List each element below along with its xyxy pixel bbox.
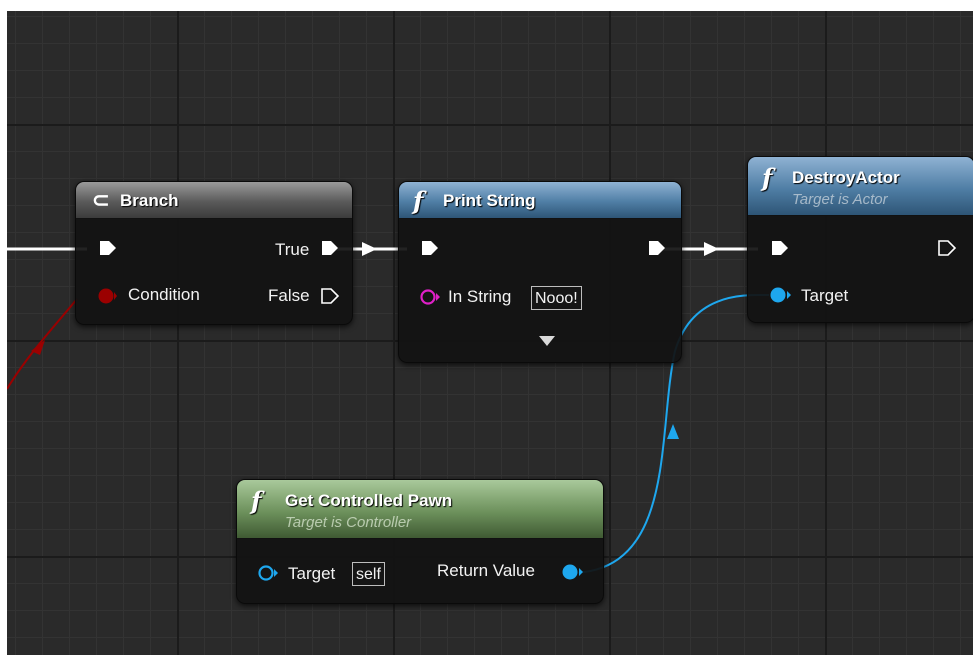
get-controlled-pawn-header[interactable]: f Get Controlled Pawn Target is Controll… [237,480,603,539]
target-self-input[interactable]: self [352,562,385,586]
exec-in-pin[interactable] [98,238,118,258]
target-label: Target [288,564,336,583]
false-exec-pin[interactable] [320,286,340,306]
target-label: Target [801,286,849,305]
destroy-actor-node[interactable]: f DestroyActor Target is Actor Target [747,156,973,323]
branch-node-header[interactable]: ⊂ Branch [76,182,352,219]
condition-pin[interactable] [97,287,117,307]
function-icon: f [762,163,773,192]
print-string-title: Print String [443,191,536,210]
get-controlled-pawn-node[interactable]: f Get Controlled Pawn Target is Controll… [236,479,604,604]
true-label: True [275,240,310,259]
object-wire-arrow [667,424,679,439]
print-string-node[interactable]: f Print String In String Nooo! [398,181,682,363]
print-string-header[interactable]: f Print String [399,182,681,219]
function-icon: f [413,186,424,215]
exec-wire-arrow-2 [704,242,719,256]
blueprint-graph-canvas[interactable]: ⊂ Branch Condition True False f Print St… [7,11,973,655]
exec-in-pin[interactable] [420,238,440,258]
false-label: False [268,286,310,305]
in-string-input[interactable]: Nooo! [531,286,582,310]
get-controlled-pawn-title: Get Controlled Pawn [285,491,453,510]
exec-out-pin[interactable] [937,238,957,258]
condition-label: Condition [128,285,200,304]
target-pin[interactable] [257,564,281,584]
function-icon: f [251,486,262,515]
exec-wire-arrow-1 [362,242,377,256]
return-value-pin[interactable] [560,563,586,583]
branch-title: Branch [120,191,179,210]
destroy-actor-subtitle: Target is Actor [792,191,888,208]
expand-arrow-icon[interactable] [539,336,555,346]
branch-icon: ⊂ [92,189,110,212]
true-exec-pin[interactable] [320,238,340,258]
destroy-actor-title: DestroyActor [792,168,900,187]
get-controlled-pawn-subtitle: Target is Controller [285,514,412,531]
return-value-label: Return Value [437,561,535,580]
exec-in-pin[interactable] [770,238,790,258]
in-string-label: In String [448,287,512,306]
exec-out-pin[interactable] [647,238,667,258]
in-string-pin[interactable] [419,288,441,308]
branch-node[interactable]: ⊂ Branch Condition True False [75,181,353,325]
target-pin[interactable] [769,286,793,306]
destroy-actor-header[interactable]: f DestroyActor Target is Actor [748,157,973,216]
